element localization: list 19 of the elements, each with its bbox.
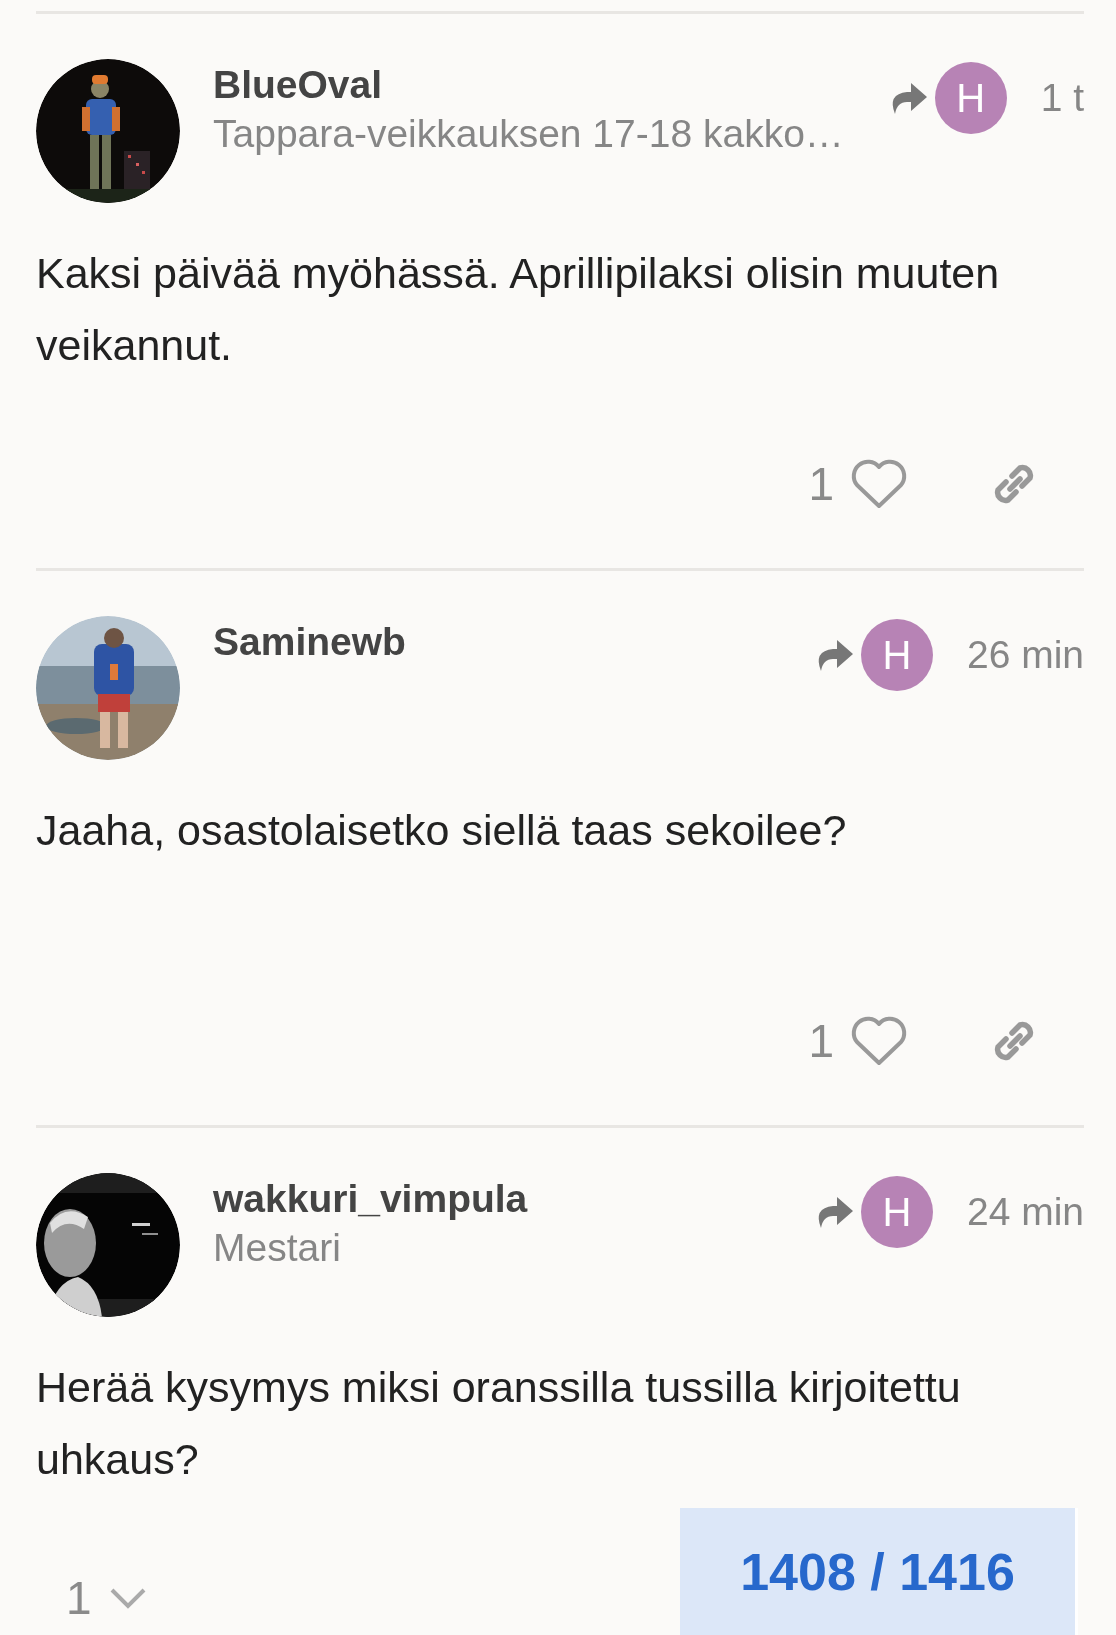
replies-toggle[interactable]: 1 xyxy=(36,1570,154,1626)
post-time[interactable]: 1 t xyxy=(1040,76,1084,120)
heart-icon[interactable] xyxy=(850,458,908,510)
user-subtitle: Mestari xyxy=(213,1225,342,1271)
post-text: Herää kysymys miksi oranssilla tussilla kirjoitettu uhkaus? xyxy=(36,1362,962,1485)
username[interactable]: BlueOval xyxy=(213,61,885,109)
heart-icon[interactable] xyxy=(850,1015,908,1067)
post-text: Kaksi päivää myöhässä. Aprillipilaksi olisin muuten veikannut. xyxy=(36,248,1001,371)
username[interactable]: Saminewb xyxy=(213,618,811,666)
like-count: 1 xyxy=(808,1014,834,1068)
post-time[interactable]: 26 min xyxy=(966,633,1084,677)
user-subtitle: Tappara-veikkauksen 17-18 kakko… xyxy=(213,111,845,157)
username[interactable]: wakkuri_vimpula xyxy=(213,1175,811,1223)
reply-to-avatar[interactable]: H xyxy=(934,62,1007,134)
post-text: Jaaha, osastolaisetko siellä taas sekoilee? xyxy=(36,805,848,856)
reply-to-avatar[interactable]: H xyxy=(860,619,933,691)
post-time[interactable]: 24 min xyxy=(966,1190,1084,1234)
like-count: 1 xyxy=(808,457,834,511)
reply-to-avatar[interactable]: H xyxy=(860,1176,933,1248)
